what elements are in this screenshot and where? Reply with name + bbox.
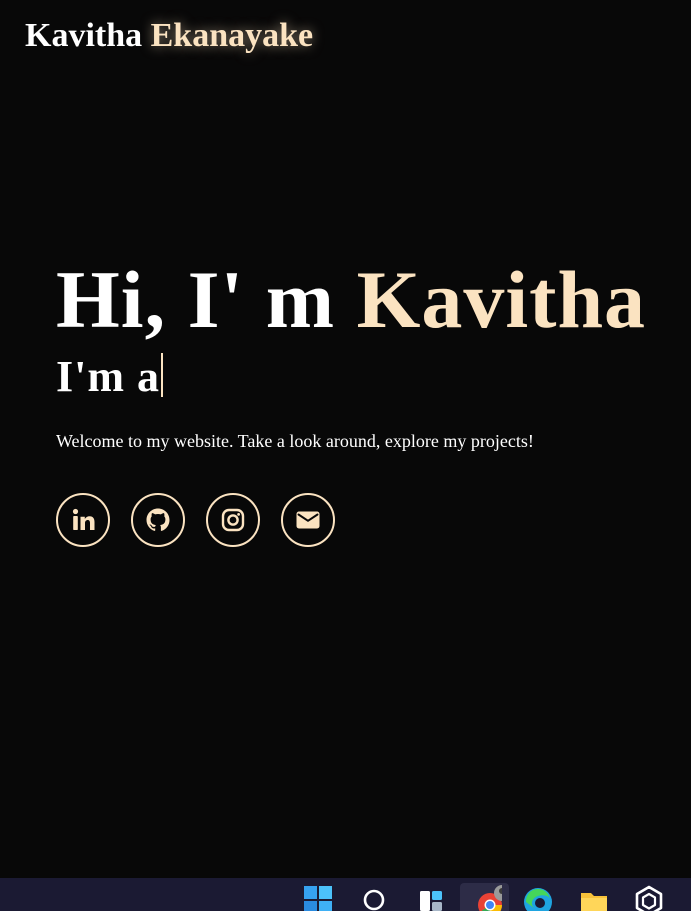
email-link[interactable] xyxy=(281,493,335,547)
app-taskbar-button[interactable] xyxy=(629,884,669,911)
edge-taskbar-button[interactable] xyxy=(518,884,558,911)
github-link[interactable] xyxy=(131,493,185,547)
typing-prefix: I'm a xyxy=(56,352,160,401)
file-explorer-icon xyxy=(581,893,607,911)
windows-taskbar xyxy=(0,878,691,911)
hero-greeting: Hi, I' m xyxy=(56,254,336,345)
site-logo[interactable]: Kavitha Ekanayake xyxy=(25,14,313,58)
hero-title: Hi, I' m Kavitha xyxy=(56,252,646,348)
edge-icon xyxy=(524,888,552,911)
page: Kavitha Ekanayake Hi, I' m Kavitha I'm a… xyxy=(0,0,691,911)
app-icon xyxy=(635,885,663,911)
linkedin-icon xyxy=(72,508,95,530)
task-view-button[interactable] xyxy=(409,884,449,911)
linkedin-link[interactable] xyxy=(56,493,110,547)
social-links xyxy=(56,493,335,547)
mail-icon xyxy=(296,511,320,529)
github-icon xyxy=(146,508,170,531)
search-icon xyxy=(363,889,385,911)
start-button[interactable] xyxy=(298,884,338,911)
hero-name: Kavitha xyxy=(356,254,647,345)
typing-text: I'm a xyxy=(56,350,163,404)
typing-caret xyxy=(161,353,163,397)
search-button[interactable] xyxy=(355,884,395,911)
logo-last-name: Ekanayake xyxy=(150,17,314,54)
logo-first-name: Kavitha xyxy=(25,17,143,54)
instagram-icon xyxy=(221,508,245,532)
chrome-icon xyxy=(477,885,502,911)
windows-start-icon xyxy=(304,886,332,911)
welcome-text: Welcome to my website. Take a look aroun… xyxy=(56,431,534,451)
file-explorer-button[interactable] xyxy=(574,884,614,911)
instagram-link[interactable] xyxy=(206,493,260,547)
chrome-taskbar-button[interactable] xyxy=(460,883,509,911)
task-view-icon xyxy=(420,891,442,911)
